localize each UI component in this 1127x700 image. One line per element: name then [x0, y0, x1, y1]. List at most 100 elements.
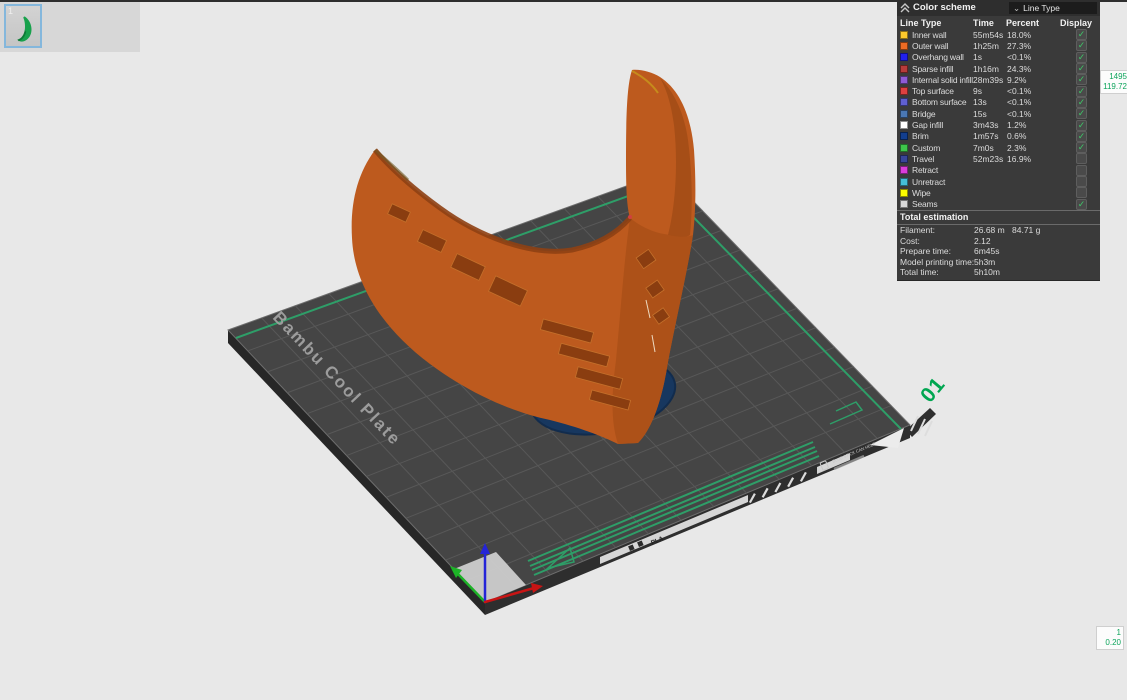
line-type-row: Gap infill3m43s1.2%✓	[897, 119, 1100, 130]
line-type-row: Bottom surface13s<0.1%✓	[897, 97, 1100, 108]
line-type-swatch	[900, 132, 908, 140]
display-checkbox[interactable]: ✓	[1076, 199, 1087, 210]
line-type-row: Inner wall55m54s18.0%✓	[897, 29, 1100, 40]
line-type-label: Unretract	[912, 177, 973, 187]
estimation-row: Total time:5h10m	[897, 267, 1100, 278]
min-layer-height: 0.20	[1099, 638, 1121, 648]
display-checkbox[interactable]: ✓	[1076, 63, 1087, 74]
line-type-row: Internal solid infill28m39s9.2%✓	[897, 74, 1100, 85]
line-type-swatch	[900, 200, 908, 208]
display-checkbox[interactable]: ✓	[1076, 29, 1087, 40]
display-checkbox[interactable]	[1076, 153, 1087, 164]
line-type-row: Top surface9s<0.1%✓	[897, 85, 1100, 96]
slicer-preview-window: Bambu Cool Plate PLA BLUE STICK CAN HELP	[0, 0, 1127, 700]
col-time: Time	[973, 18, 1006, 28]
line-type-label: Top surface	[912, 86, 973, 96]
display-checkbox[interactable]: ✓	[1076, 97, 1087, 108]
line-type-label: Brim	[912, 131, 973, 141]
collapse-panel-icon[interactable]	[900, 3, 910, 15]
estimation-row: Cost:2.12	[897, 235, 1100, 246]
line-type-label: Bottom surface	[912, 97, 973, 107]
max-layer-number: 1495	[1103, 72, 1127, 82]
line-type-label: Bridge	[912, 109, 973, 119]
line-type-time: 1h25m	[973, 41, 1007, 51]
model-preview-icon	[10, 10, 38, 46]
plate-corner-number: 01	[916, 373, 950, 407]
line-type-time: 15s	[973, 109, 1007, 119]
line-type-row: Bridge15s<0.1%✓	[897, 108, 1100, 119]
display-checkbox[interactable]: ✓	[1076, 120, 1087, 131]
line-type-swatch	[900, 76, 908, 84]
line-type-swatch	[900, 155, 908, 163]
estimation-value: 2.12	[974, 236, 1012, 246]
line-type-swatch	[900, 178, 908, 186]
min-layer-number: 1	[1099, 628, 1121, 638]
estimation-row: Prepare time:6m45s	[897, 246, 1100, 257]
line-type-time: 9s	[973, 86, 1007, 96]
display-checkbox[interactable]: ✓	[1076, 142, 1087, 153]
total-estimation-title: Total estimation	[897, 211, 1100, 225]
chevron-down-icon: ⌄	[1013, 3, 1020, 13]
line-type-swatch	[900, 189, 908, 197]
layer-slider-max-label[interactable]: 1495 119.72	[1100, 70, 1127, 94]
display-checkbox[interactable]	[1076, 165, 1087, 176]
plate-thumbnail-strip: 1	[0, 2, 140, 52]
line-type-percent: <0.1%	[1007, 109, 1076, 119]
line-type-swatch	[900, 166, 908, 174]
layer-slider-min-label[interactable]: 1 0.20	[1096, 626, 1124, 650]
line-type-time: 1m57s	[973, 131, 1007, 141]
line-type-row: Travel52m23s16.9%	[897, 153, 1100, 164]
line-type-percent: 27.3%	[1007, 41, 1076, 51]
estimation-value: 6m45s	[974, 246, 1012, 256]
display-checkbox[interactable]: ✓	[1076, 52, 1087, 63]
line-type-swatch	[900, 31, 908, 39]
plate-thumbnail[interactable]: 1	[4, 4, 42, 48]
line-type-percent: <0.1%	[1007, 97, 1076, 107]
line-type-time: 7m0s	[973, 143, 1007, 153]
line-type-time: 28m39s	[973, 75, 1007, 85]
line-type-row: Custom7m0s2.3%✓	[897, 142, 1100, 153]
estimation-value2: 84.71 g	[1012, 225, 1100, 235]
estimation-label: Filament:	[900, 225, 974, 235]
line-type-label: Internal solid infill	[912, 75, 973, 85]
view-type-value: Line Type	[1023, 3, 1060, 13]
display-checkbox[interactable]: ✓	[1076, 86, 1087, 97]
line-type-label: Gap infill	[912, 120, 973, 130]
display-checkbox[interactable]: ✓	[1076, 74, 1087, 85]
col-line-type: Line Type	[900, 18, 973, 28]
estimation-label: Total time:	[900, 267, 974, 277]
display-checkbox[interactable]	[1076, 176, 1087, 187]
line-type-row: Outer wall1h25m27.3%✓	[897, 40, 1100, 51]
line-type-percent: 9.2%	[1007, 75, 1076, 85]
line-type-swatch	[900, 121, 908, 129]
line-type-label: Outer wall	[912, 41, 973, 51]
line-type-percent: 0.6%	[1007, 131, 1076, 141]
line-type-percent: 2.3%	[1007, 143, 1076, 153]
line-type-row: Sparse infill1h16m24.3%✓	[897, 63, 1100, 74]
line-type-swatch	[900, 42, 908, 50]
max-layer-height: 119.72	[1103, 82, 1127, 92]
line-type-time: 1s	[973, 52, 1007, 62]
estimation-label: Cost:	[900, 236, 974, 246]
line-type-percent: <0.1%	[1007, 86, 1076, 96]
color-scheme-panel: Color scheme ⌄Line Type Line Type Time P…	[897, 0, 1100, 281]
line-type-swatch	[900, 144, 908, 152]
line-type-row: Seams✓	[897, 198, 1100, 209]
line-type-swatch	[900, 53, 908, 61]
line-type-time: 55m54s	[973, 30, 1007, 40]
display-checkbox[interactable]: ✓	[1076, 40, 1087, 51]
line-type-label: Sparse infill	[912, 64, 973, 74]
legend-table-header: Line Type Time Percent Display	[897, 16, 1100, 29]
line-type-percent: <0.1%	[1007, 52, 1076, 62]
line-type-label: Retract	[912, 165, 973, 175]
estimation-row: Filament:26.68 m84.71 g	[897, 225, 1100, 236]
line-type-swatch	[900, 87, 908, 95]
panel-title: Color scheme	[913, 2, 976, 13]
seam-marker	[628, 215, 632, 219]
display-checkbox[interactable]: ✓	[1076, 108, 1087, 119]
display-checkbox[interactable]	[1076, 187, 1087, 198]
view-type-dropdown[interactable]: ⌄Line Type	[1009, 2, 1097, 14]
line-type-row: Overhang wall1s<0.1%✓	[897, 52, 1100, 63]
line-type-time: 3m43s	[973, 120, 1007, 130]
display-checkbox[interactable]: ✓	[1076, 131, 1087, 142]
